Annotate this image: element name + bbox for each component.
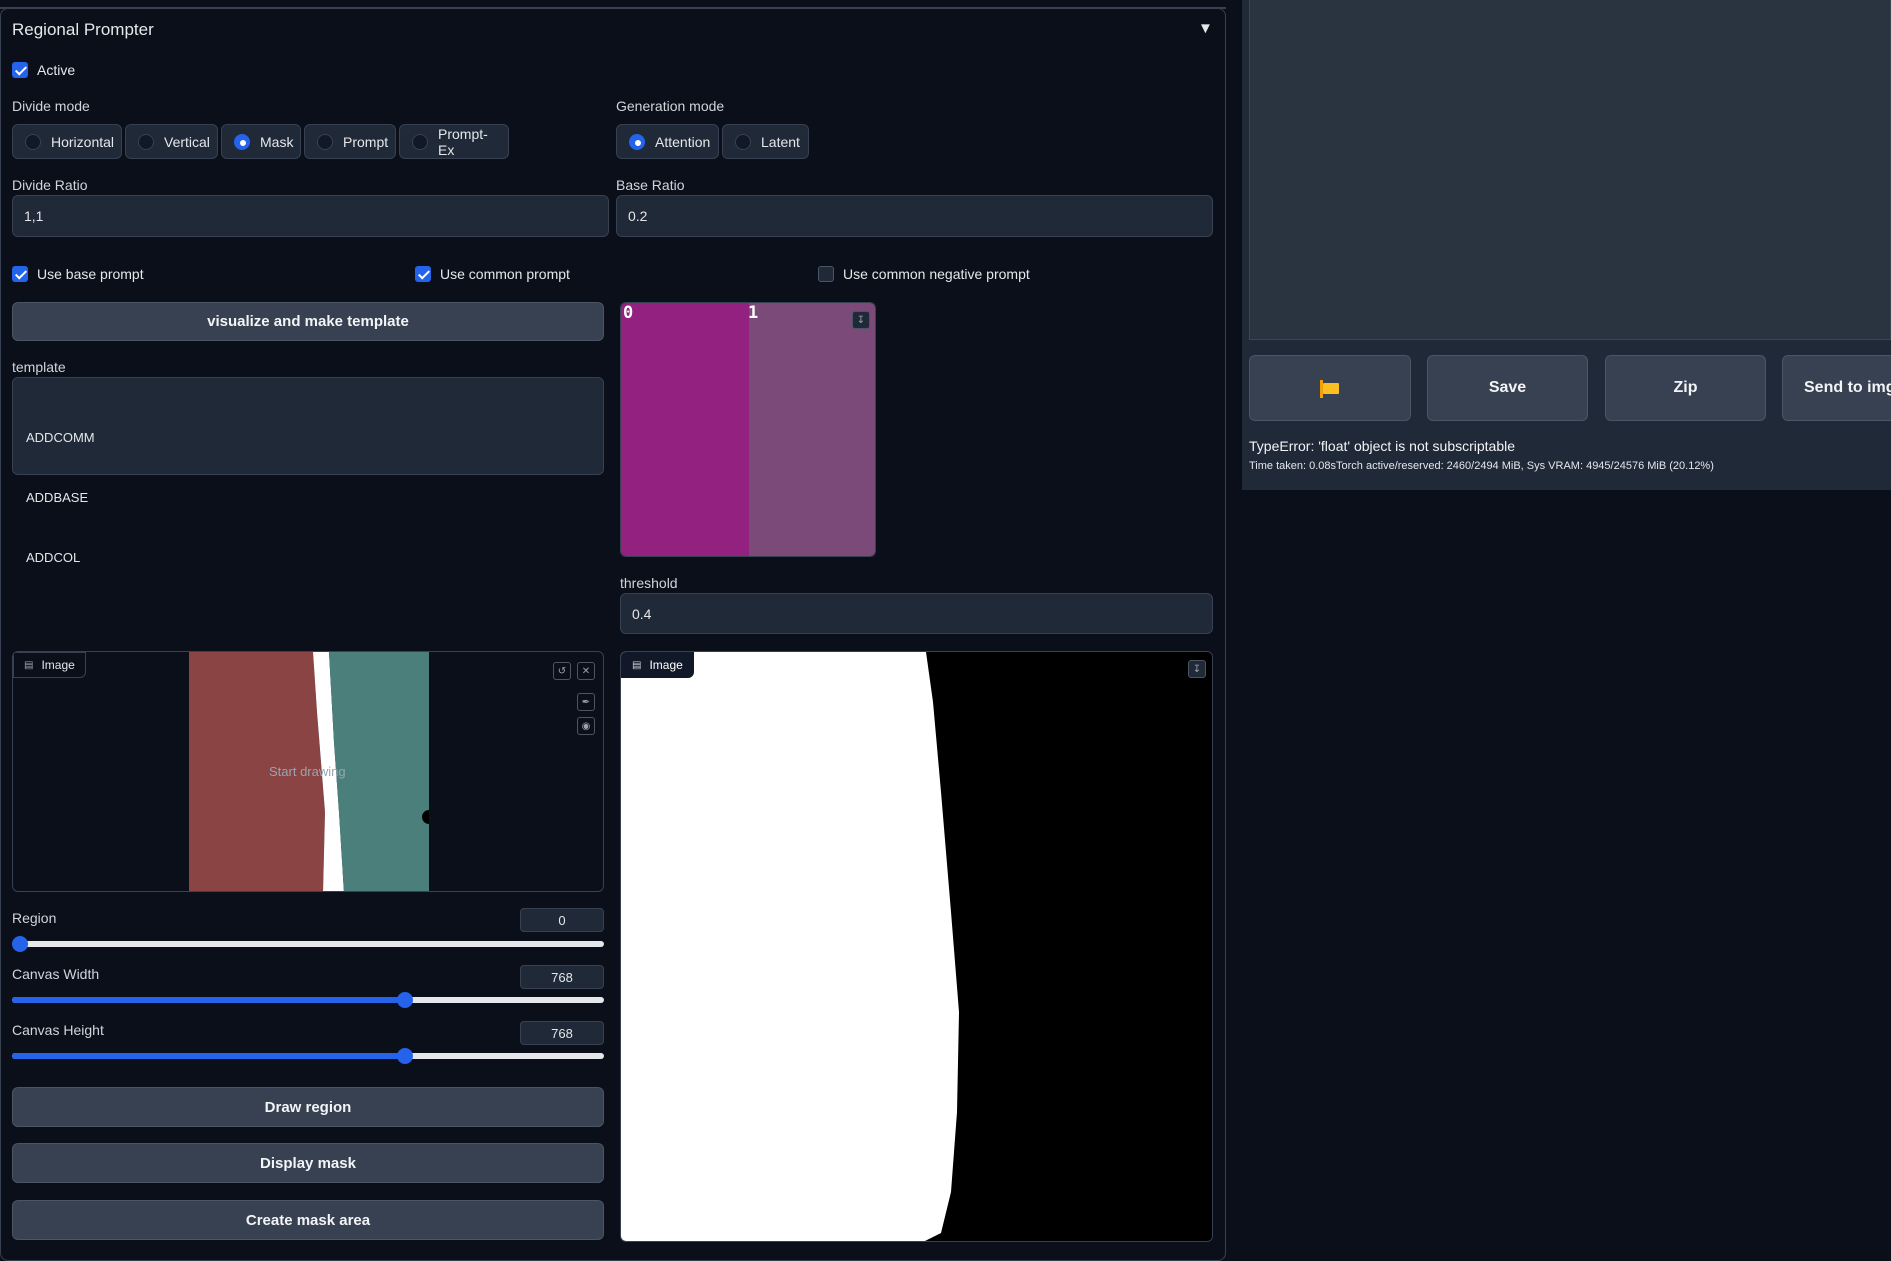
radio-latent[interactable]: Latent [722, 124, 809, 159]
slider-thumb[interactable] [12, 936, 28, 952]
checkbox-box[interactable] [818, 266, 834, 282]
canvas-placeholder: Start drawing [269, 764, 346, 779]
checkbox-box[interactable] [12, 266, 28, 282]
canvas-height-label: Canvas Height [12, 1022, 104, 1038]
radio-dot-selected [629, 133, 645, 150]
slider-fill [12, 997, 405, 1003]
canvas-width-label: Canvas Width [12, 966, 100, 982]
divide-mode-label: Divide mode [12, 98, 90, 114]
generation-mode-label: Generation mode [616, 98, 725, 114]
threshold-label: threshold [620, 575, 678, 591]
slider-thumb[interactable] [397, 992, 413, 1008]
template-line: ADDBASE [26, 490, 89, 505]
checkbox-label: Use common negative prompt [843, 266, 1030, 282]
canvas-height-number-input[interactable]: 768 [520, 1021, 604, 1045]
mask-white-region [621, 652, 959, 1241]
radio-attention[interactable]: Attention [616, 124, 719, 159]
preview-label-0: 0 [623, 303, 634, 323]
image-icon: ▤ [632, 659, 642, 671]
active-checkbox-box[interactable] [12, 62, 28, 78]
image-tag: ▤ Image [13, 652, 86, 678]
region-number-input[interactable]: 0 [520, 908, 604, 932]
open-folder-button[interactable] [1249, 355, 1411, 421]
display-mask-button[interactable]: Display mask [12, 1143, 604, 1183]
region-slider-label: Region [12, 910, 57, 926]
divide-ratio-label: Divide Ratio [12, 177, 88, 193]
folder-icon [1320, 380, 1340, 398]
region-slider[interactable] [12, 936, 604, 952]
radio-horizontal[interactable]: Horizontal [12, 124, 122, 159]
radio-dot [138, 133, 154, 150]
active-label: Active [37, 62, 76, 78]
preview-region-0 [621, 303, 749, 556]
radio-label: Attention [655, 133, 711, 150]
sketch-canvas[interactable]: Start drawing ▤ Image ↺ ✕ ✒ ◉ [12, 651, 604, 892]
use-common-prompt-checkbox[interactable]: Use common prompt [415, 266, 570, 282]
brush-icon[interactable]: ✒ [577, 693, 595, 711]
template-line: ADDCOL [26, 550, 81, 565]
region-preview-image: 0 1 ↧ [620, 302, 876, 557]
send-to-img2img-button[interactable]: Send to img2 [1782, 355, 1891, 421]
radio-label: Mask [260, 133, 294, 150]
slider-fill [12, 1053, 405, 1059]
use-base-prompt-checkbox[interactable]: Use base prompt [12, 266, 144, 282]
canvas-height-slider[interactable] [12, 1048, 604, 1064]
divide-mode-radio-group: Horizontal Vertical Mask Prompt Prompt-E… [12, 124, 509, 159]
radio-prompt[interactable]: Prompt [304, 124, 396, 159]
template-label: template [12, 359, 66, 375]
close-icon[interactable]: ✕ [577, 662, 595, 680]
preview-region-1 [749, 303, 875, 556]
template-textarea[interactable]: ADDCOMM ADDBASE ADDCOL [12, 377, 604, 565]
checkbox-label: Use common prompt [440, 266, 570, 282]
image-icon: ▤ [24, 659, 34, 671]
radio-label: Prompt-Ex [438, 125, 488, 158]
generation-mode-radio-group: Attention Latent [616, 124, 809, 159]
image-tag-label: Image [649, 658, 683, 672]
radio-label: Latent [761, 133, 800, 150]
radio-dot [735, 133, 751, 150]
palette-icon[interactable]: ◉ [577, 717, 595, 735]
visualize-and-make-template-button[interactable]: visualize and make template [12, 302, 604, 341]
image-tag: ▤ Image [621, 652, 694, 678]
mask-svg [621, 652, 1212, 1241]
collapse-caret-icon[interactable]: ▼ [1198, 20, 1213, 37]
canvas-width-number-input[interactable]: 768 [520, 965, 604, 989]
radio-dot [25, 133, 41, 150]
download-icon[interactable]: ↧ [1188, 660, 1206, 678]
radio-vertical[interactable]: Vertical [125, 124, 218, 159]
create-mask-area-button[interactable]: Create mask area [12, 1200, 604, 1240]
preview-label-1: 1 [748, 303, 759, 323]
output-gallery [1249, 0, 1891, 340]
zip-button[interactable]: Zip [1605, 355, 1766, 421]
checkbox-box[interactable] [415, 266, 431, 282]
radio-label: Prompt [343, 133, 389, 150]
canvas-width-slider[interactable] [12, 992, 604, 1008]
mask-output-image: ▤ Image ↧ [620, 651, 1213, 1242]
panel-title[interactable]: Regional Prompter [12, 20, 154, 40]
radio-prompt-ex[interactable]: Prompt-Ex [399, 124, 509, 159]
radio-label: Horizontal [51, 133, 115, 150]
radio-mask[interactable]: Mask [221, 124, 301, 159]
divide-ratio-input[interactable]: 1,1 [12, 195, 609, 237]
threshold-input[interactable]: 0.4 [620, 593, 1213, 634]
image-tag-label: Image [41, 658, 75, 672]
draw-region-button[interactable]: Draw region [12, 1087, 604, 1127]
error-message: TypeError: 'float' object is not subscri… [1249, 438, 1516, 454]
download-icon[interactable]: ↧ [852, 311, 870, 329]
timing-info: Time taken: 0.08sTorch active/reserved: … [1249, 460, 1714, 472]
radio-dot-selected [234, 133, 250, 150]
radio-dot [412, 133, 428, 150]
save-button[interactable]: Save [1427, 355, 1588, 421]
slider-thumb[interactable] [397, 1048, 413, 1064]
use-common-negative-prompt-checkbox[interactable]: Use common negative prompt [818, 266, 1030, 282]
radio-dot [317, 133, 333, 150]
radio-label: Vertical [164, 133, 210, 150]
template-line: ADDCOMM [26, 430, 95, 445]
undo-icon[interactable]: ↺ [553, 662, 571, 680]
base-ratio-input[interactable]: 0.2 [616, 195, 1213, 237]
active-checkbox[interactable]: Active [12, 62, 75, 78]
base-ratio-label: Base Ratio [616, 177, 685, 193]
checkbox-label: Use base prompt [37, 266, 144, 282]
